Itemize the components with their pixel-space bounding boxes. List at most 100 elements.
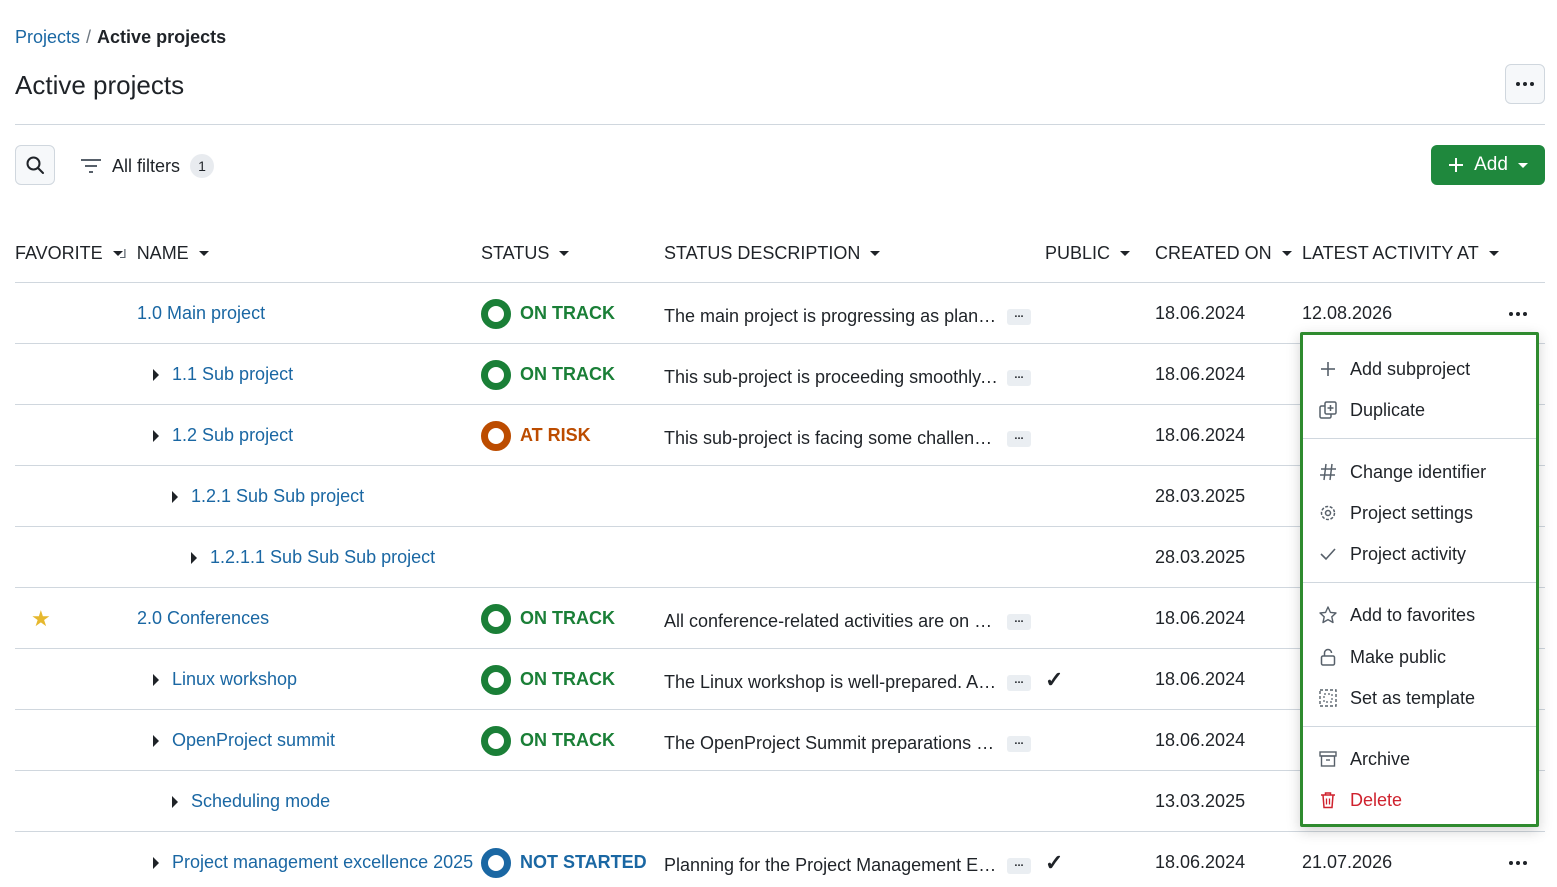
column-header-status-label: STATUS — [481, 243, 550, 263]
more-icon — [1516, 82, 1534, 86]
project-name-link[interactable]: 1.2 Sub project — [172, 425, 293, 446]
project-name-link[interactable]: Scheduling mode — [191, 791, 330, 812]
column-header-public[interactable]: PUBLIC — [1045, 243, 1131, 264]
status-label[interactable]: ON TRACK — [520, 303, 615, 324]
project-name-link[interactable]: 1.2.1 Sub Sub project — [191, 486, 364, 507]
menu-item-set-as-template[interactable]: Set as template — [1318, 682, 1475, 714]
filters-label: All filters — [112, 155, 181, 176]
column-header-created-on-label: CREATED ON — [1155, 243, 1272, 263]
column-header-favorite[interactable]: FAVORITE — [15, 243, 123, 264]
row-actions-button[interactable] — [1509, 832, 1527, 887]
menu-divider — [1303, 438, 1536, 439]
breadcrumb-separator: / — [86, 27, 92, 47]
menu-item-make-public[interactable]: Make public — [1318, 641, 1446, 673]
expand-toggle-icon[interactable] — [172, 490, 178, 503]
project-name-link[interactable]: 1.0 Main project — [137, 303, 265, 324]
menu-item-add-subproject[interactable]: Add subproject — [1318, 353, 1470, 385]
expand-description-button[interactable]: ... — [1007, 674, 1031, 691]
status-indicator-icon — [481, 847, 511, 878]
duplicate-icon — [1318, 400, 1338, 420]
public-check-icon: ✓ — [1045, 849, 1064, 875]
column-header-public-label: PUBLIC — [1045, 243, 1111, 263]
status-label[interactable]: AT RISK — [520, 425, 591, 446]
menu-item-label: Duplicate — [1350, 399, 1426, 420]
latest-activity-date: 12.08.2026 — [1302, 303, 1393, 323]
expand-description-button[interactable]: ... — [1007, 308, 1031, 325]
expand-toggle-icon[interactable] — [153, 673, 159, 686]
created-on-date: 18.06.2024 — [1155, 669, 1246, 689]
add-button-label: Add — [1474, 154, 1508, 175]
expand-description-button[interactable]: ... — [1007, 369, 1031, 386]
project-name-link[interactable]: 2.0 Conferences — [137, 608, 269, 629]
menu-item-project-settings[interactable]: Project settings — [1318, 497, 1473, 529]
status-description-text: The Linux workshop is well-prepared. All… — [664, 672, 999, 692]
plus-icon — [1318, 359, 1338, 379]
expand-description-button[interactable]: ... — [1007, 857, 1031, 874]
menu-item-label: Add to favorites — [1350, 604, 1476, 625]
project-name-link[interactable]: 1.2.1.1 Sub Sub Sub project — [210, 547, 435, 568]
expand-description-button[interactable]: ... — [1007, 430, 1031, 447]
column-header-status-description[interactable]: STATUS DESCRIPTION — [664, 243, 881, 264]
archive-icon — [1318, 749, 1338, 769]
column-header-status[interactable]: STATUS — [481, 243, 570, 264]
status-description-text: Planning for the Project Management Exce… — [664, 855, 999, 875]
status-label[interactable]: ON TRACK — [520, 730, 615, 751]
expand-description-button[interactable]: ... — [1007, 613, 1031, 630]
expand-toggle-icon[interactable] — [153, 856, 159, 869]
breadcrumb: Projects / Active projects — [15, 27, 226, 48]
project-name-link[interactable]: OpenProject summit — [172, 730, 335, 751]
template-icon — [1318, 688, 1338, 708]
created-on-date: 18.06.2024 — [1155, 730, 1246, 750]
project-name-link[interactable]: Project management excellence 2025 — [172, 852, 473, 873]
expand-toggle-icon[interactable] — [153, 368, 159, 381]
project-name-link[interactable]: Linux workshop — [172, 669, 297, 690]
menu-item-duplicate[interactable]: Duplicate — [1318, 394, 1425, 426]
menu-item-archive[interactable]: Archive — [1318, 743, 1410, 775]
menu-item-delete[interactable]: Delete — [1318, 784, 1402, 816]
created-on-date: 13.03.2025 — [1155, 791, 1246, 811]
status-indicator-icon — [481, 603, 511, 634]
expand-toggle-icon[interactable] — [191, 551, 197, 564]
filter-icon — [81, 159, 101, 173]
status-indicator-icon — [481, 664, 511, 695]
expand-toggle-icon[interactable] — [172, 795, 178, 808]
column-header-latest-activity[interactable]: LATEST ACTIVITY AT — [1302, 243, 1499, 264]
created-on-date: 18.06.2024 — [1155, 303, 1246, 323]
column-header-latest-activity-label: LATEST ACTIVITY AT — [1302, 243, 1479, 263]
menu-item-label: Archive — [1350, 748, 1411, 769]
created-on-date: 18.06.2024 — [1155, 364, 1246, 384]
created-on-date: 18.06.2024 — [1155, 608, 1246, 628]
chevron-down-icon — [1120, 251, 1131, 256]
search-button[interactable] — [15, 145, 55, 185]
chevron-down-icon — [559, 251, 570, 256]
menu-item-label: Add subproject — [1350, 358, 1471, 379]
project-name-link[interactable]: 1.1 Sub project — [172, 364, 293, 385]
created-on-date: 18.06.2024 — [1155, 852, 1246, 872]
menu-item-label: Project activity — [1350, 543, 1467, 564]
all-filters-button[interactable]: All filters 1 — [80, 151, 215, 181]
expand-description-button[interactable]: ... — [1007, 735, 1031, 752]
column-header-created-on[interactable]: CREATED ON — [1155, 243, 1292, 264]
chevron-down-icon — [198, 251, 209, 256]
chevron-down-icon — [870, 251, 881, 256]
created-on-date: 28.03.2025 — [1155, 547, 1246, 567]
menu-item-label: Change identifier — [1350, 461, 1487, 482]
menu-item-add-to-favorites[interactable]: Add to favorites — [1318, 599, 1475, 631]
breadcrumb-projects-link[interactable]: Projects — [15, 27, 80, 48]
menu-item-project-activity[interactable]: Project activity — [1318, 538, 1466, 570]
column-header-status-description-label: STATUS DESCRIPTION — [664, 243, 861, 263]
expand-toggle-icon[interactable] — [153, 429, 159, 442]
expand-toggle-icon[interactable] — [153, 734, 159, 747]
status-label[interactable]: ON TRACK — [520, 608, 615, 629]
add-project-button[interactable]: Add — [1431, 145, 1545, 185]
status-label[interactable]: ON TRACK — [520, 364, 615, 385]
favorite-star-icon[interactable]: ★ — [31, 606, 51, 632]
status-description-text: The main project is progressing as plann… — [664, 306, 999, 326]
status-label[interactable]: ON TRACK — [520, 669, 615, 690]
column-header-favorite-label: FAVORITE — [15, 243, 103, 263]
page-title: Active projects — [15, 70, 185, 100]
page-actions-button[interactable] — [1505, 64, 1545, 104]
menu-item-change-identifier[interactable]: Change identifier — [1318, 456, 1486, 488]
column-header-name[interactable]: ⅃ NAME — [120, 243, 209, 264]
status-label[interactable]: NOT STARTED — [520, 852, 647, 873]
